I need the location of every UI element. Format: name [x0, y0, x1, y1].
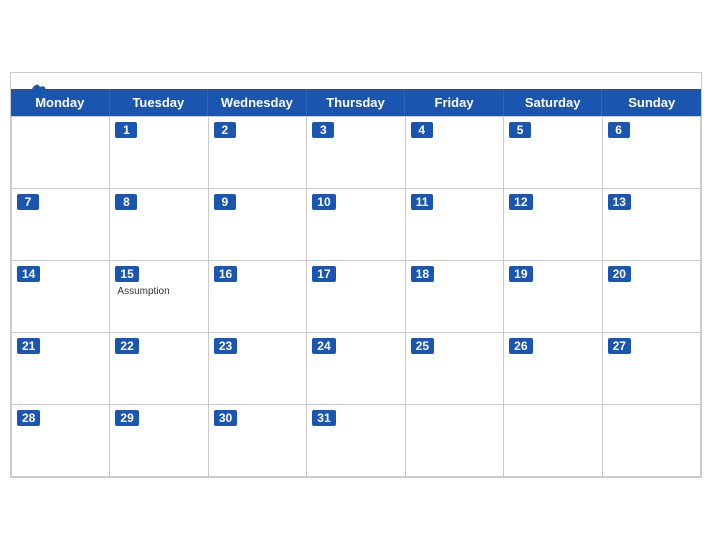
day-number: 5 [509, 122, 531, 138]
calendar: MondayTuesdayWednesdayThursdayFridaySatu… [10, 72, 702, 478]
day-cell [504, 405, 602, 477]
day-cell: 14 [12, 261, 110, 333]
day-cell: 11 [406, 189, 504, 261]
day-cell [406, 405, 504, 477]
day-cell: 21 [12, 333, 110, 405]
day-number: 11 [411, 194, 434, 210]
day-cell: 19 [504, 261, 602, 333]
day-number: 4 [411, 122, 433, 138]
day-header-thursday: Thursday [307, 89, 406, 116]
day-number: 27 [608, 338, 631, 354]
day-cell: 30 [209, 405, 307, 477]
day-number: 17 [312, 266, 335, 282]
day-number: 9 [214, 194, 236, 210]
day-number: 23 [214, 338, 237, 354]
day-cell: 4 [406, 117, 504, 189]
day-cell: 25 [406, 333, 504, 405]
day-cell: 7 [12, 189, 110, 261]
day-cell: 17 [307, 261, 405, 333]
day-number: 18 [411, 266, 434, 282]
day-number: 7 [17, 194, 39, 210]
logo-bird-icon [27, 81, 49, 103]
day-number: 10 [312, 194, 335, 210]
day-cell: 28 [12, 405, 110, 477]
day-cell: 15 Assumption [110, 261, 208, 333]
day-header-tuesday: Tuesday [110, 89, 209, 116]
day-number: 8 [115, 194, 137, 210]
day-cell: 10 [307, 189, 405, 261]
day-header-saturday: Saturday [504, 89, 603, 116]
day-cell: 3 [307, 117, 405, 189]
day-number: 16 [214, 266, 237, 282]
day-cell: 9 [209, 189, 307, 261]
day-cell: 20 [603, 261, 701, 333]
day-number: 22 [115, 338, 138, 354]
day-cell: 26 [504, 333, 602, 405]
day-cell: 1 [110, 117, 208, 189]
day-number: 25 [411, 338, 434, 354]
day-cell: 16 [209, 261, 307, 333]
day-header-friday: Friday [405, 89, 504, 116]
day-number: 15 [115, 266, 138, 282]
day-number: 13 [608, 194, 631, 210]
calendar-header [11, 73, 701, 89]
event-label: Assumption [115, 286, 202, 297]
day-number: 19 [509, 266, 532, 282]
day-number: 2 [214, 122, 236, 138]
day-number: 30 [214, 410, 237, 426]
day-number: 28 [17, 410, 40, 426]
day-number: 6 [608, 122, 630, 138]
day-number: 24 [312, 338, 335, 354]
logo [27, 81, 52, 103]
day-cell: 23 [209, 333, 307, 405]
day-header-sunday: Sunday [602, 89, 701, 116]
day-number: 21 [17, 338, 40, 354]
day-number: 29 [115, 410, 138, 426]
day-cell: 24 [307, 333, 405, 405]
day-cell: 6 [603, 117, 701, 189]
day-number: 20 [608, 266, 631, 282]
day-number: 3 [312, 122, 334, 138]
day-header-monday: Monday [11, 89, 110, 116]
day-cell: 29 [110, 405, 208, 477]
day-cell: 12 [504, 189, 602, 261]
day-cell: 27 [603, 333, 701, 405]
day-cell [12, 117, 110, 189]
day-cell: 18 [406, 261, 504, 333]
day-number: 26 [509, 338, 532, 354]
day-cell: 31 [307, 405, 405, 477]
day-cell: 22 [110, 333, 208, 405]
day-number: 1 [115, 122, 137, 138]
day-cell: 5 [504, 117, 602, 189]
day-cell: 13 [603, 189, 701, 261]
day-cell [603, 405, 701, 477]
day-number: 31 [312, 410, 335, 426]
day-cell: 2 [209, 117, 307, 189]
day-headers: MondayTuesdayWednesdayThursdayFridaySatu… [11, 89, 701, 116]
day-number: 14 [17, 266, 40, 282]
day-cell: 8 [110, 189, 208, 261]
day-number: 12 [509, 194, 532, 210]
calendar-grid: 123456789101112131415Assumption161718192… [11, 116, 701, 477]
day-header-wednesday: Wednesday [208, 89, 307, 116]
